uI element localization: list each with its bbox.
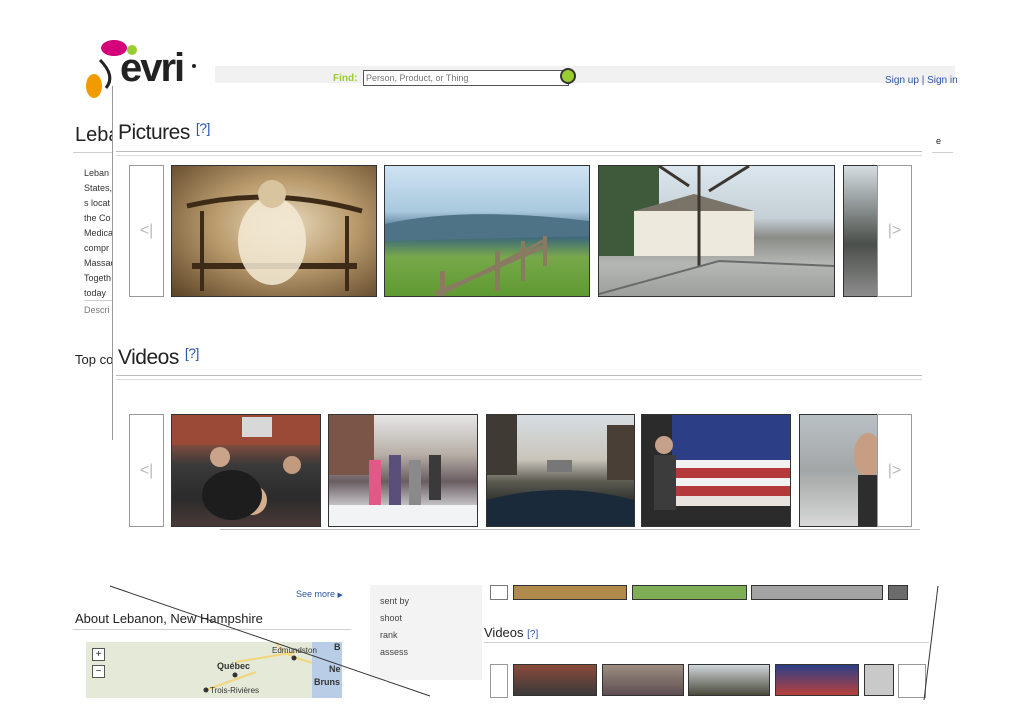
picture-art: [599, 166, 834, 295]
videos-rule: [116, 375, 922, 376]
picture-thumb-street-houses[interactable]: [598, 165, 835, 297]
video-art: [172, 415, 320, 520]
picture-thumb-valley-fence[interactable]: [384, 165, 590, 297]
pictures-prev-button[interactable]: <|: [129, 165, 164, 297]
picture-art: [186, 180, 363, 291]
video-art: [487, 415, 634, 526]
videos-help-link[interactable]: [?]: [185, 345, 200, 361]
videos-prev-button[interactable]: <|: [129, 414, 164, 527]
video-thumb-partial[interactable]: [799, 414, 879, 527]
picture-thumb-partial[interactable]: [843, 165, 878, 297]
pictures-rule: [116, 151, 922, 152]
video-art: [329, 415, 477, 526]
pictures-heading: Pictures [?]: [118, 120, 210, 145]
video-art: [654, 415, 790, 510]
picture-thumb-vintage-child[interactable]: [171, 165, 377, 297]
video-art: [854, 433, 878, 526]
videos-rule-2: [116, 379, 922, 380]
video-thumb-line-of-people[interactable]: [328, 414, 478, 527]
overlay-left-edge: [112, 86, 113, 440]
pictures-title: Pictures: [118, 121, 190, 144]
video-strip-underline: [220, 529, 920, 530]
videos-heading: Videos [?]: [118, 345, 199, 370]
video-thumb-crowd[interactable]: [171, 414, 321, 527]
pictures-help-link[interactable]: [?]: [196, 120, 211, 136]
video-thumb-flag-speaker[interactable]: [641, 414, 791, 527]
videos-next-button[interactable]: |>: [877, 414, 912, 527]
picture-art: [385, 214, 589, 296]
videos-title: Videos: [118, 346, 179, 369]
video-thumb-street-drive[interactable]: [486, 414, 635, 527]
pictures-next-button[interactable]: |>: [877, 165, 912, 297]
pictures-rule-2: [116, 155, 922, 156]
